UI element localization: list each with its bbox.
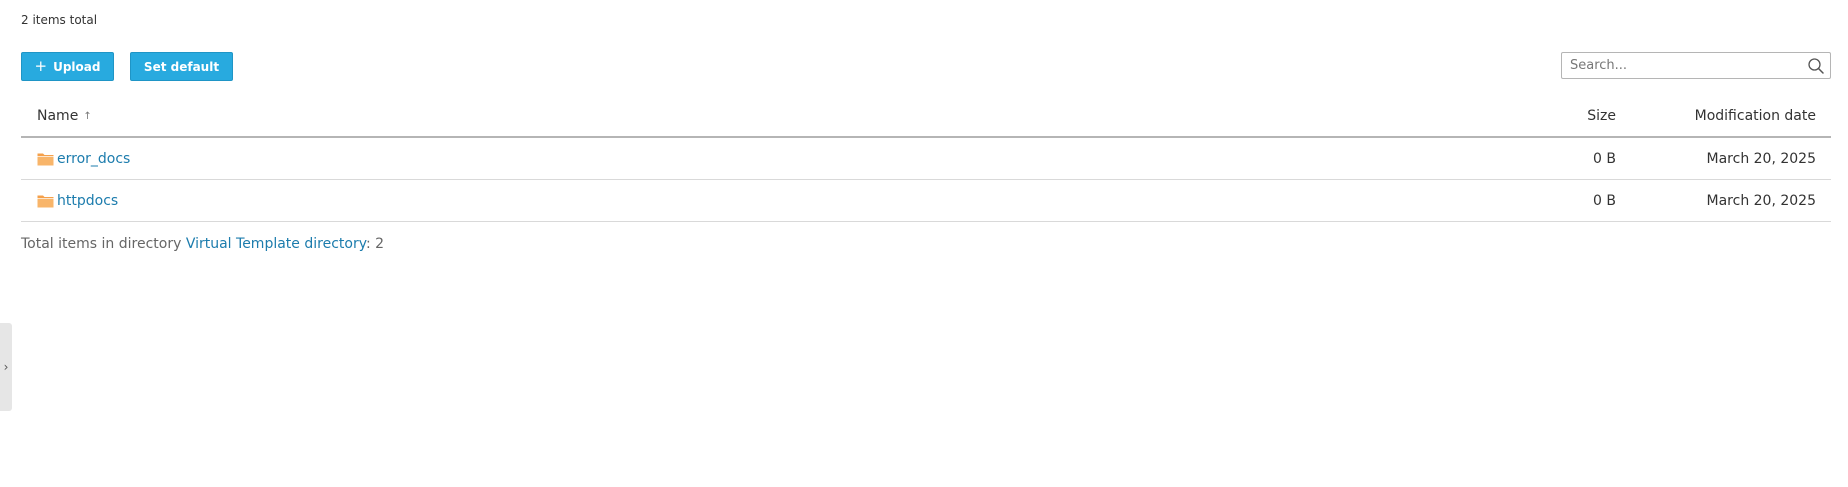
size-column-header[interactable]: Size: [1587, 96, 1616, 136]
name-column-label: Name: [37, 108, 79, 124]
set-default-button[interactable]: Set default: [130, 52, 233, 81]
size-cell: 0 B: [1593, 192, 1616, 209]
table-header: Name ↑ Size Modification date: [21, 96, 1831, 138]
sort-ascending-icon: ↑: [83, 110, 92, 122]
upload-button[interactable]: + Upload: [21, 52, 114, 81]
search-icon[interactable]: [1807, 57, 1825, 75]
side-panel-toggle[interactable]: ›: [0, 323, 12, 411]
name-cell: error_docs: [37, 138, 130, 179]
directory-link[interactable]: Virtual Template directory: [186, 236, 366, 252]
file-manager-page: 2 items total + Upload Set default Name …: [0, 0, 1848, 487]
name-cell: httpdocs: [37, 180, 118, 221]
folder-icon: [37, 153, 54, 165]
modification-date-column-header[interactable]: Modification date: [1695, 96, 1816, 136]
toolbar: + Upload Set default: [21, 52, 233, 81]
set-default-button-label: Set default: [143, 59, 220, 74]
directory-total-prefix: Total items in directory: [21, 236, 186, 252]
folder-link-error-docs[interactable]: error_docs: [57, 151, 130, 167]
name-column-header[interactable]: Name ↑: [37, 96, 92, 136]
directory-total-text: Total items in directory Virtual Templat…: [21, 236, 384, 252]
upload-button-label: Upload: [53, 59, 101, 74]
folder-link-httpdocs[interactable]: httpdocs: [57, 193, 118, 209]
chevron-right-icon: ›: [3, 360, 9, 374]
size-cell: 0 B: [1593, 150, 1616, 167]
file-table: Name ↑ Size Modification date error_docs…: [21, 96, 1831, 222]
search-box: [1561, 52, 1831, 79]
items-total-count: 2 items total: [21, 13, 98, 27]
directory-total-count: : 2: [365, 236, 385, 252]
modification-date-cell: March 20, 2025: [1706, 192, 1816, 209]
table-row: httpdocs 0 B March 20, 2025: [21, 180, 1831, 222]
folder-icon: [37, 195, 54, 207]
table-row: error_docs 0 B March 20, 2025: [21, 138, 1831, 180]
plus-icon: +: [34, 57, 48, 75]
search-input[interactable]: [1562, 53, 1802, 78]
modification-date-cell: March 20, 2025: [1706, 150, 1816, 167]
